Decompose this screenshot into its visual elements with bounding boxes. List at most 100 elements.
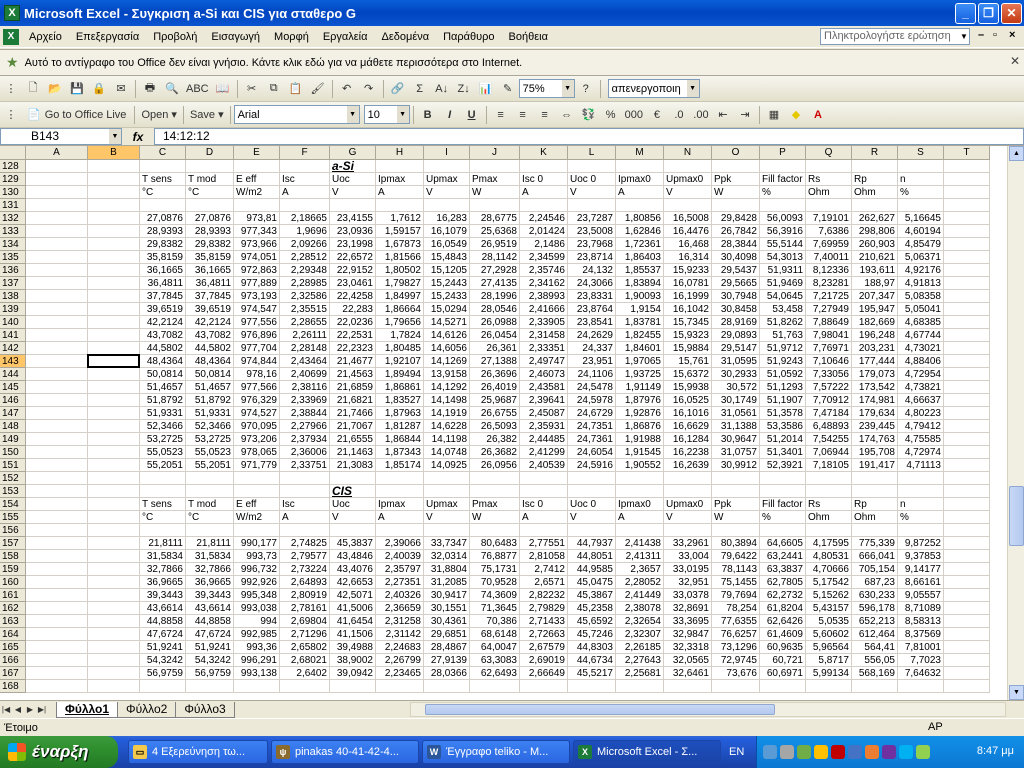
hyperlink-icon[interactable]: 🔗 [388, 79, 408, 99]
column-header-B[interactable]: B [88, 146, 140, 160]
data-cell[interactable]: 24,7351 [568, 420, 616, 433]
data-cell[interactable]: 30,4361 [424, 615, 470, 628]
chevron-down-icon[interactable]: ▼ [958, 28, 970, 45]
data-cell[interactable]: 2,71433 [520, 615, 568, 628]
data-cell[interactable]: 27,4135 [470, 277, 520, 290]
unit-label[interactable]: % [898, 511, 944, 524]
data-cell[interactable]: 775,339 [852, 537, 898, 550]
excel-app-icon[interactable]: X [4, 5, 20, 21]
cell[interactable] [88, 628, 140, 641]
data-cell[interactable]: 16,5008 [664, 212, 712, 225]
cell[interactable] [26, 238, 88, 251]
data-cell[interactable]: 191,417 [852, 459, 898, 472]
data-cell[interactable]: 51,9331 [186, 407, 234, 420]
data-cell[interactable]: 16,1079 [424, 225, 470, 238]
column-header-O[interactable]: O [712, 146, 760, 160]
column-header-L[interactable]: L [568, 146, 616, 160]
data-cell[interactable]: 23,951 [568, 355, 616, 368]
sort-ascending-icon[interactable]: A↓ [432, 79, 452, 99]
data-cell[interactable]: 7,54255 [806, 433, 852, 446]
data-cell[interactable]: 705,154 [852, 563, 898, 576]
cell[interactable] [26, 160, 88, 173]
data-cell[interactable]: 31,0561 [712, 407, 760, 420]
data-cell[interactable]: 51,8262 [760, 316, 806, 329]
data-cell[interactable]: 32,951 [664, 576, 712, 589]
data-cell[interactable]: 2,40699 [280, 368, 330, 381]
data-cell[interactable]: 210,621 [852, 251, 898, 264]
data-cell[interactable]: 21,3083 [330, 459, 376, 472]
data-cell[interactable]: 4,17595 [806, 537, 852, 550]
data-cell[interactable]: 1,90552 [616, 459, 664, 472]
data-cell[interactable]: 4,88406 [898, 355, 944, 368]
chevron-down-icon[interactable]: ▼ [346, 106, 359, 123]
cell[interactable] [88, 537, 140, 550]
data-cell[interactable]: 21,7067 [330, 420, 376, 433]
section-title[interactable]: CIS [330, 485, 376, 498]
data-cell[interactable]: 2,80919 [280, 589, 330, 602]
cell[interactable] [664, 485, 712, 498]
data-cell[interactable]: 36,4811 [186, 277, 234, 290]
data-cell[interactable]: 993,73 [234, 550, 280, 563]
cell[interactable] [88, 550, 140, 563]
bold-icon[interactable]: B [418, 105, 438, 125]
data-cell[interactable]: 38,9002 [330, 654, 376, 667]
data-cell[interactable]: 22,283 [330, 303, 376, 316]
data-cell[interactable]: 29,8382 [140, 238, 186, 251]
data-cell[interactable]: 23,8541 [568, 316, 616, 329]
cell[interactable] [88, 433, 140, 446]
row-header[interactable]: 128 [0, 160, 26, 173]
unit-label[interactable]: A [376, 186, 424, 199]
print-preview-icon[interactable]: 🔍 [162, 79, 182, 99]
column-label[interactable]: Rs [806, 173, 852, 186]
row-header[interactable]: 141 [0, 329, 26, 342]
data-cell[interactable]: 30,1551 [424, 602, 470, 615]
data-cell[interactable]: 195,947 [852, 303, 898, 316]
data-cell[interactable]: 70,9528 [470, 576, 520, 589]
cell[interactable] [26, 459, 88, 472]
cell[interactable] [760, 524, 806, 537]
data-cell[interactable]: 4,91813 [898, 277, 944, 290]
data-cell[interactable]: 4,66637 [898, 394, 944, 407]
data-cell[interactable]: 31,0757 [712, 446, 760, 459]
data-cell[interactable]: 2,41438 [616, 537, 664, 550]
data-cell[interactable]: 5,15262 [806, 589, 852, 602]
data-cell[interactable]: 55,0523 [140, 446, 186, 459]
row-header[interactable]: 163 [0, 615, 26, 628]
data-cell[interactable]: 1,9154 [616, 303, 664, 316]
autosum-icon[interactable]: Σ [410, 79, 430, 99]
doc-close-button[interactable]: × [1009, 29, 1015, 41]
data-cell[interactable]: 22,4258 [330, 290, 376, 303]
data-cell[interactable]: 4,73821 [898, 381, 944, 394]
data-cell[interactable]: 27,0876 [186, 212, 234, 225]
clock[interactable]: 8:47 μμ [977, 745, 1014, 757]
data-cell[interactable]: 1,59157 [376, 225, 424, 238]
chevron-down-icon[interactable]: ▼ [109, 129, 121, 144]
unit-label[interactable]: A [616, 186, 664, 199]
column-label[interactable]: Ipmax0 [616, 173, 664, 186]
data-cell[interactable]: 7,21725 [806, 290, 852, 303]
data-cell[interactable]: 43,6614 [186, 602, 234, 615]
cell[interactable] [140, 680, 186, 693]
cell[interactable] [424, 524, 470, 537]
data-cell[interactable]: 56,3916 [760, 225, 806, 238]
cell[interactable] [944, 355, 990, 368]
data-cell[interactable]: 1,87343 [376, 446, 424, 459]
cell[interactable] [186, 472, 234, 485]
data-cell[interactable]: 30,8458 [712, 303, 760, 316]
data-cell[interactable]: 8,23281 [806, 277, 852, 290]
data-cell[interactable]: 1,83894 [616, 277, 664, 290]
data-cell[interactable]: 1,93725 [616, 368, 664, 381]
data-cell[interactable]: 16,1016 [664, 407, 712, 420]
row-header[interactable]: 155 [0, 511, 26, 524]
cell[interactable] [944, 576, 990, 589]
cell[interactable] [944, 303, 990, 316]
cell[interactable] [26, 680, 88, 693]
cell[interactable] [898, 524, 944, 537]
unit-label[interactable]: V [664, 511, 712, 524]
close-icon[interactable]: ✕ [1010, 54, 1020, 68]
messenger-icon[interactable] [882, 745, 896, 759]
data-cell[interactable]: 24,3066 [568, 277, 616, 290]
cell[interactable] [944, 277, 990, 290]
cell[interactable] [616, 160, 664, 173]
cell[interactable] [26, 641, 88, 654]
